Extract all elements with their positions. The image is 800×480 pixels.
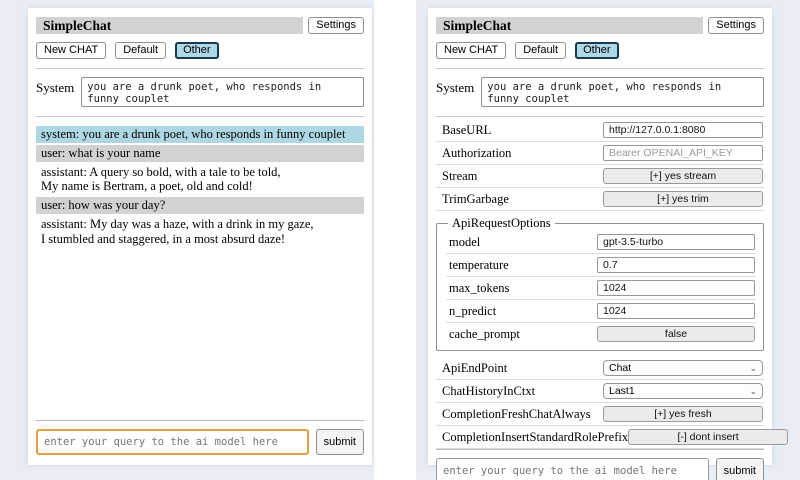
setting-row-n-predict: n_predict [446, 300, 756, 323]
session-button-default[interactable]: Default [515, 42, 566, 59]
session-toolbar: New CHAT Default Other [36, 42, 364, 59]
setting-input-n-predict[interactable] [597, 303, 755, 319]
settings-group-legend: ApiRequestOptions [448, 216, 555, 231]
setting-toggle-stream[interactable]: [+] yes stream [603, 168, 763, 184]
setting-label: ApiEndPoint [442, 361, 507, 376]
session-button-default[interactable]: Default [115, 42, 166, 59]
setting-toggle-trimgarbage[interactable]: [+] yes trim [603, 191, 763, 207]
setting-row-baseurl: BaseURL [436, 119, 764, 142]
setting-row-completionfreshchatalways: CompletionFreshChatAlways [+] yes fresh [436, 403, 764, 426]
setting-row-temperature: temperature [446, 254, 756, 277]
panel-gap [374, 0, 416, 480]
query-input[interactable] [436, 458, 709, 480]
setting-row-model: model [446, 231, 756, 254]
chevron-down-icon: ⌄ [749, 364, 757, 373]
session-button-other[interactable]: Other [175, 42, 219, 59]
system-prompt-label: System [436, 77, 474, 107]
setting-label: Authorization [442, 146, 511, 161]
setting-label: CompletionFreshChatAlways [442, 407, 591, 422]
setting-row-completioninsertstandardroleprefix: CompletionInsertStandardRolePrefix[-] do… [436, 426, 764, 449]
session-button-other[interactable]: Other [575, 42, 619, 59]
system-prompt-input[interactable]: you are a drunk poet, who responds in fu… [81, 77, 364, 107]
submit-button[interactable]: submit [716, 458, 764, 480]
setting-select-chathistoryinctxt[interactable]: Last1 ⌄ [603, 383, 763, 399]
setting-label: TrimGarbage [442, 192, 509, 207]
query-input[interactable] [36, 429, 309, 455]
setting-select-apiendpoint[interactable]: Chat ⌄ [603, 360, 763, 376]
divider [436, 68, 764, 69]
setting-toggle-completionfreshchatalways[interactable]: [+] yes fresh [603, 406, 763, 422]
selected-option: Chat [609, 362, 631, 374]
setting-row-stream: Stream [+] yes stream [436, 165, 764, 188]
setting-input-authorization[interactable] [603, 145, 763, 161]
setting-label: model [449, 235, 480, 250]
setting-label: temperature [449, 258, 509, 273]
setting-input-model[interactable] [597, 234, 755, 250]
query-row: submit [36, 420, 364, 455]
setting-input-temperature[interactable] [597, 257, 755, 273]
setting-label: ChatHistoryInCtxt [442, 384, 535, 399]
setting-label: CompletionInsertStandardRolePrefix [442, 430, 628, 445]
divider [36, 68, 364, 69]
header: SimpleChat Settings [436, 17, 764, 34]
chat-messages: system: you are a drunk poet, who respon… [36, 126, 364, 249]
system-prompt-row: System you are a drunk poet, who respond… [36, 77, 364, 107]
setting-label: Stream [442, 169, 477, 184]
setting-input-baseurl[interactable] [603, 122, 763, 138]
setting-toggle-completioninsertstandardroleprefix[interactable]: [-] dont insert [628, 429, 788, 445]
chat-message-user: user: what is your name [36, 145, 364, 162]
setting-row-apiendpoint: ApiEndPoint Chat ⌄ [436, 357, 764, 380]
chat-message-assistant: assistant: A query so bold, with a tale … [36, 164, 364, 196]
setting-row-chathistoryinctxt: ChatHistoryInCtxt Last1 ⌄ [436, 380, 764, 403]
setting-toggle-cache-prompt[interactable]: false [597, 326, 755, 342]
setting-label: BaseURL [442, 123, 491, 138]
setting-label: max_tokens [449, 281, 509, 296]
setting-row-authorization: Authorization [436, 142, 764, 165]
chevron-down-icon: ⌄ [749, 387, 757, 396]
setting-row-cache-prompt: cache_prompt false [446, 323, 756, 345]
query-row: submit [436, 449, 764, 480]
chat-panel: SimpleChat Settings New CHAT Default Oth… [28, 8, 372, 465]
session-toolbar: New CHAT Default Other [436, 42, 764, 59]
selected-option: Last1 [609, 385, 635, 397]
setting-input-max-tokens[interactable] [597, 280, 755, 296]
setting-row-max-tokens: max_tokens [446, 277, 756, 300]
settings-group-apirequestoptions: ApiRequestOptions model temperature max_tok… [436, 216, 764, 351]
system-prompt-label: System [36, 77, 74, 107]
chat-message-system: system: you are a drunk poet, who respon… [36, 126, 364, 143]
settings-button[interactable]: Settings [708, 17, 764, 34]
divider [436, 116, 764, 117]
settings-button[interactable]: Settings [308, 17, 364, 34]
settings-panel: SimpleChat Settings New CHAT Default Oth… [428, 8, 772, 465]
divider [36, 116, 364, 117]
setting-label: cache_prompt [449, 327, 520, 342]
system-prompt-input[interactable]: you are a drunk poet, who responds in fu… [481, 77, 764, 107]
new-chat-button[interactable]: New CHAT [36, 42, 106, 59]
header: SimpleChat Settings [36, 17, 364, 34]
new-chat-button[interactable]: New CHAT [436, 42, 506, 59]
chat-message-user: user: how was your day? [36, 197, 364, 214]
app-title: SimpleChat [36, 17, 303, 34]
app-title: SimpleChat [436, 17, 703, 34]
chat-message-assistant: assistant: My day was a haze, with a dri… [36, 216, 364, 248]
setting-label: n_predict [449, 304, 496, 319]
settings-list: BaseURL Authorization Stream [+] yes stream… [436, 119, 764, 449]
setting-row-trimgarbage: TrimGarbage [+] yes trim [436, 188, 764, 211]
system-prompt-row: System you are a drunk poet, who respond… [436, 77, 764, 107]
submit-button[interactable]: submit [316, 429, 364, 455]
